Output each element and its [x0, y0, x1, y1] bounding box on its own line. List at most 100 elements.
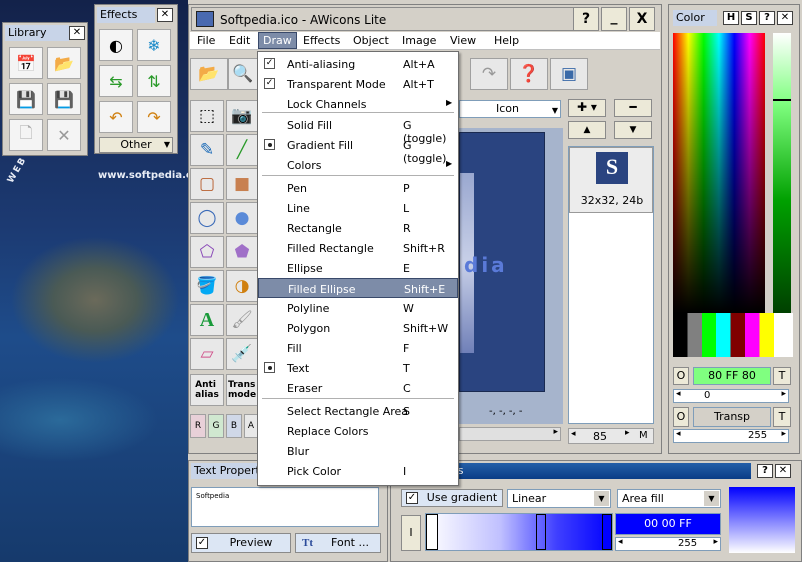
library-delete-icon[interactable]: ✕: [47, 119, 81, 151]
gradient-i-button[interactable]: I: [401, 515, 421, 551]
effects-other-button[interactable]: Other ▼: [99, 137, 173, 153]
color-brightness-slider[interactable]: [773, 33, 791, 313]
menu-item-colors[interactable]: Colors ▶: [258, 155, 458, 175]
use-gradient-toggle[interactable]: ✓ Use gradient: [401, 489, 503, 507]
menu-help[interactable]: Help: [494, 34, 519, 47]
view-mode-select[interactable]: Icon ▼: [459, 100, 561, 118]
menu-item-filled-ellipse[interactable]: Filled Ellipse Shift+E: [258, 278, 458, 298]
thumbnail-item[interactable]: S 32x32, 24b: [569, 147, 653, 213]
color-close-button[interactable]: ✕: [777, 11, 793, 25]
fill-close-button[interactable]: ✕: [775, 464, 791, 478]
color-swatch-grid[interactable]: [673, 313, 793, 357]
menu-item-filled-rectangle[interactable]: Filled Rectangle Shift+R: [258, 238, 458, 258]
menu-item-solid-fill[interactable]: Solid Fill G (toggle): [258, 115, 458, 145]
ellipse-icon[interactable]: ◯: [190, 202, 224, 234]
effect-contrast-icon[interactable]: ◐: [99, 29, 133, 61]
menu-item-lock-channels[interactable]: Lock Channels ▶: [258, 94, 458, 114]
gradient-stop[interactable]: [602, 514, 612, 550]
icon-canvas[interactable]: dia: [459, 132, 545, 392]
polygon-icon[interactable]: ⬠: [190, 236, 224, 268]
menu-file[interactable]: File: [197, 34, 215, 47]
library-folder-icon[interactable]: 📂: [47, 47, 81, 79]
open-file-icon[interactable]: 📂: [190, 58, 228, 90]
menu-item-select-rectangle-area[interactable]: Select Rectangle Area S: [258, 401, 458, 421]
effect-flip-horizontal-icon[interactable]: ⇆: [99, 65, 133, 97]
color-s-button[interactable]: S: [741, 11, 757, 25]
pen-icon[interactable]: ✎: [190, 134, 224, 166]
menu-item-polyline[interactable]: Polyline W: [258, 298, 458, 318]
menu-item-eraser[interactable]: Eraser C: [258, 378, 458, 398]
text-preview-box[interactable]: Softpedia: [191, 487, 379, 527]
remove-icon-button[interactable]: ━: [614, 99, 652, 117]
eraser-icon[interactable]: ▱: [190, 338, 224, 370]
transp-t-button[interactable]: T: [773, 407, 791, 427]
menu-item-fill[interactable]: Fill F: [258, 338, 458, 358]
menu-item-polygon[interactable]: Polygon Shift+W: [258, 318, 458, 338]
channel-b-button[interactable]: B: [226, 414, 242, 438]
help-button[interactable]: ?: [573, 7, 599, 31]
menu-item-pick-color[interactable]: Pick Color I: [258, 461, 458, 481]
transp-field[interactable]: Transp: [693, 407, 771, 427]
gradient-color-field[interactable]: 00 00 FF: [615, 513, 721, 535]
alpha-scrollbar[interactable]: ◂ 0 ▸: [673, 389, 789, 403]
library-calendar-icon[interactable]: 📅: [9, 47, 43, 79]
gradient-bar[interactable]: [425, 513, 613, 551]
redo-icon[interactable]: ↷: [470, 58, 508, 90]
line-icon[interactable]: ╱: [226, 134, 258, 166]
channel-g-button[interactable]: G: [208, 414, 224, 438]
filled-rectangle-icon[interactable]: ■: [226, 168, 258, 200]
canvas-area[interactable]: dia -, -, -, -: [459, 128, 563, 424]
gradient-stop[interactable]: [426, 514, 438, 550]
library-ico-save-icon[interactable]: 💾: [47, 83, 81, 115]
brightness-slider-handle[interactable]: [773, 99, 791, 101]
menu-item-blur[interactable]: Blur: [258, 441, 458, 461]
menu-item-transparent-mode[interactable]: ✓ Transparent Mode Alt+T: [258, 74, 458, 94]
color-o-button[interactable]: O: [673, 367, 689, 385]
effects-close-button[interactable]: ✕: [157, 8, 173, 22]
menu-item-replace-colors[interactable]: Replace Colors: [258, 421, 458, 441]
gradient-stop[interactable]: [536, 514, 546, 550]
transp-mode-toggle[interactable]: Trans mode: [226, 374, 258, 406]
close-button[interactable]: X: [629, 7, 655, 31]
color-help-button[interactable]: ?: [759, 11, 775, 25]
filled-polygon-icon[interactable]: ⬟: [226, 236, 258, 268]
fill-mode-select[interactable]: Area fill ▼: [617, 489, 721, 508]
menu-object[interactable]: Object: [353, 34, 389, 47]
fill-bucket-icon[interactable]: 🪣: [190, 270, 224, 302]
menu-image[interactable]: Image: [402, 34, 436, 47]
font-button[interactable]: Tt Font ...: [295, 533, 381, 553]
gradient-alpha-scrollbar[interactable]: ◂ 255 ▸: [615, 537, 721, 551]
library-new-icon[interactable]: 🗋: [9, 119, 43, 151]
eyedropper-icon[interactable]: 💉: [226, 338, 258, 370]
color-t-button[interactable]: T: [773, 367, 791, 385]
menu-effects[interactable]: Effects: [303, 34, 340, 47]
text-tool-icon[interactable]: A: [190, 304, 224, 336]
zoom-left-icon[interactable]: ◂: [571, 429, 576, 439]
filled-ellipse-icon[interactable]: ●: [226, 202, 258, 234]
zoom-icon[interactable]: 🔍: [228, 58, 258, 90]
menu-draw[interactable]: Draw: [258, 32, 297, 49]
minimize-button[interactable]: _: [601, 7, 627, 31]
move-down-button[interactable]: ▼: [614, 121, 652, 139]
transp-o-button[interactable]: O: [673, 407, 689, 427]
menu-edit[interactable]: Edit: [229, 34, 250, 47]
select-rectangle-icon[interactable]: ⬚: [190, 100, 224, 132]
image-settings-icon[interactable]: ▣: [550, 58, 588, 90]
zoom-value[interactable]: 85: [593, 430, 607, 443]
color-value-field[interactable]: 80 FF 80: [693, 367, 771, 385]
anti-alias-toggle[interactable]: Anti alias: [190, 374, 224, 406]
menu-view[interactable]: View: [450, 34, 476, 47]
move-up-button[interactable]: ▲: [568, 121, 606, 139]
library-close-button[interactable]: ✕: [69, 26, 85, 40]
zoom-right-icon[interactable]: ▸: [625, 428, 630, 438]
rectangle-icon[interactable]: ▢: [190, 168, 224, 200]
color-picker-area[interactable]: [673, 33, 765, 313]
canvas-scrollbar[interactable]: ▸: [459, 427, 561, 441]
effect-rotate-left-icon[interactable]: ↶: [99, 101, 133, 133]
camera-icon[interactable]: 📷: [226, 100, 258, 132]
effect-snowflake-icon[interactable]: ❄: [137, 29, 171, 61]
menu-item-text[interactable]: Text T: [258, 358, 458, 378]
zoom-mode-button[interactable]: M: [639, 430, 648, 441]
fill-help-button[interactable]: ?: [757, 464, 773, 478]
color-h-button[interactable]: H: [723, 11, 739, 25]
